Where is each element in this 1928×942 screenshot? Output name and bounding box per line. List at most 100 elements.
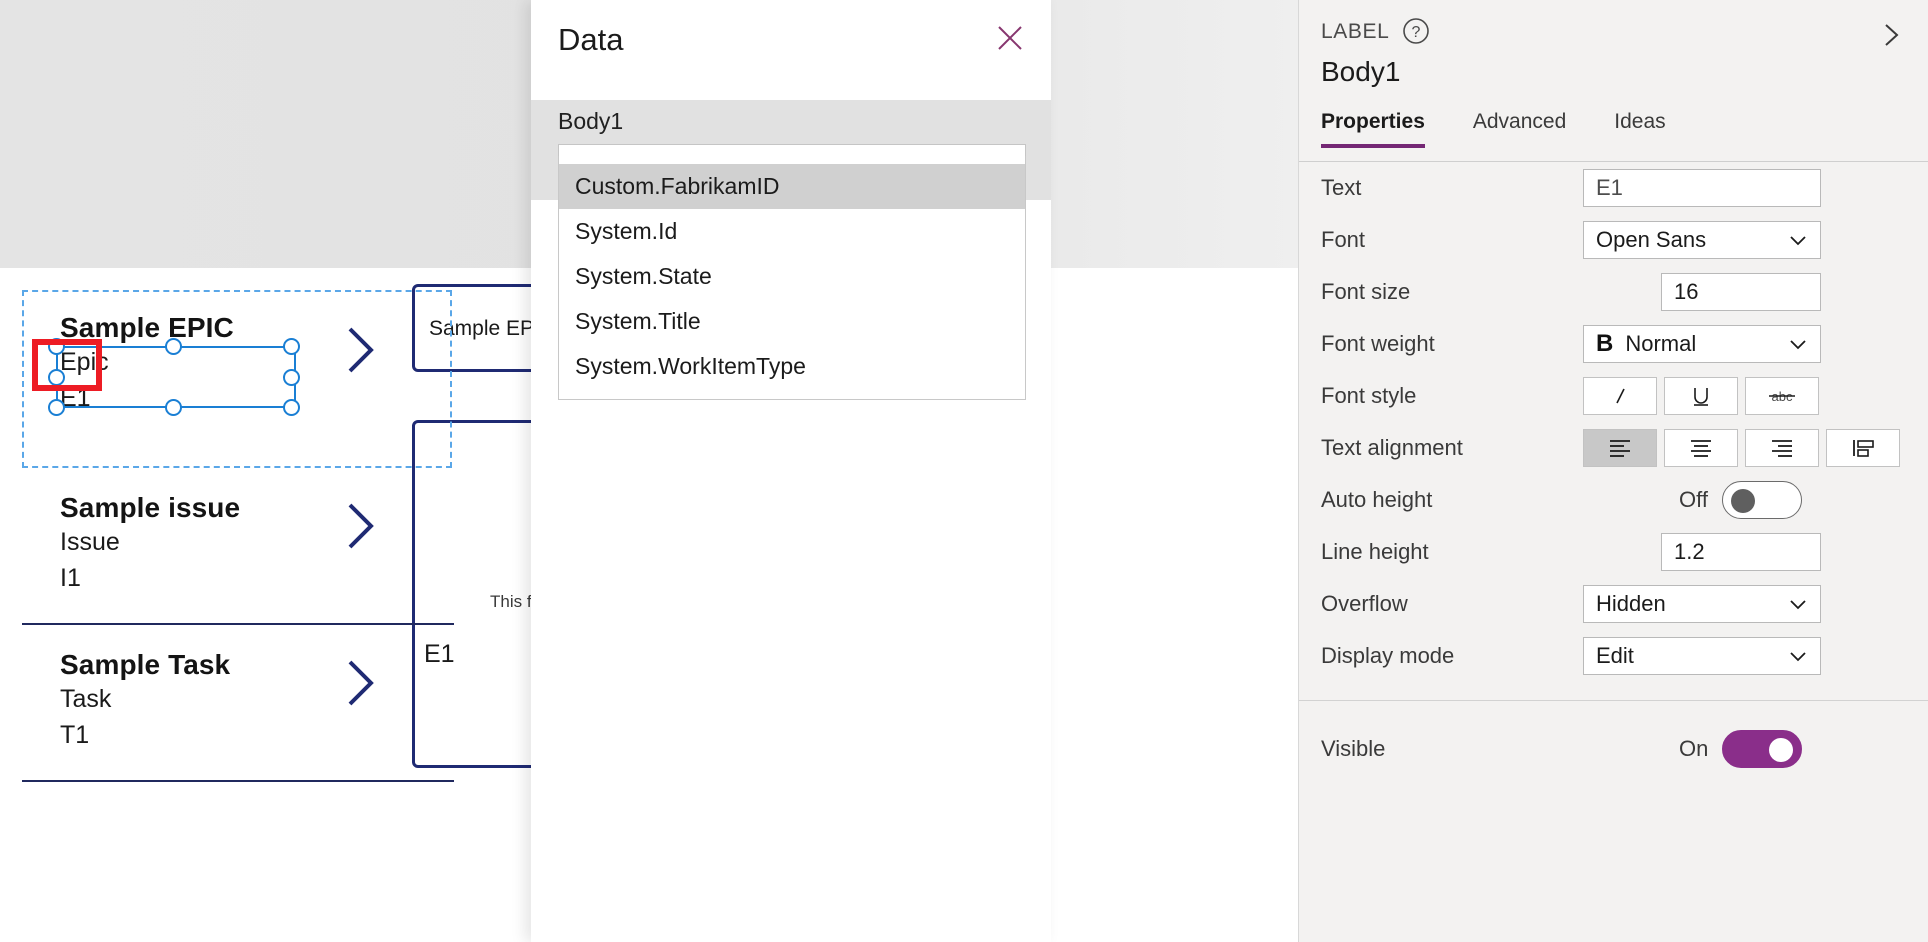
chevron-down-icon[interactable] [1786,332,1810,356]
gallery-separator [22,780,454,782]
chevron-down-icon[interactable] [1786,644,1810,668]
property-row-line-height: Line height 1.2 [1299,526,1928,578]
data-panel-header: Data [531,0,1051,100]
underline-icon[interactable] [1664,377,1738,415]
font-select[interactable]: Open Sans [1583,221,1821,259]
control-type-kicker: LABEL [1321,20,1390,43]
font-size-value: 16 [1674,279,1699,304]
property-label-text-alignment: Text alignment [1321,435,1463,460]
font-style-group: abc [1583,377,1819,415]
dropdown-option-system-title[interactable]: System.Title [559,299,1025,344]
property-row-auto-height: Auto height Off [1299,474,1928,526]
tab-properties[interactable]: Properties [1321,110,1425,148]
chevron-right-icon[interactable] [1874,18,1908,52]
dropdown-option-label: System.WorkItemType [575,353,806,379]
data-panel: Data Body1 Custom.FabrikamID Custom.Fabr… [531,0,1051,942]
display-mode-select[interactable]: Edit [1583,637,1821,675]
resize-handle-sw[interactable] [48,399,65,416]
line-height-value: 1.2 [1674,539,1705,564]
properties-rows: Text E1 Font Open Sans Font size 16 Font… [1299,162,1928,775]
property-label-overflow: Overflow [1321,591,1408,616]
property-row-font-weight: Font weight B Normal [1299,318,1928,370]
properties-panel-header: LABEL ? Body1 [1299,0,1928,110]
font-select-value: Open Sans [1596,227,1707,252]
property-label-font-style: Font style [1321,383,1417,408]
resize-handle-n[interactable] [165,338,182,355]
property-row-visible: Visible On [1299,723,1928,775]
gallery-item-type: Issue [60,528,120,556]
data-field-dropdown-list: Custom.FabrikamID System.Id System.State… [558,156,1026,400]
dropdown-option-label: System.State [575,263,712,289]
dropdown-option-label: Custom.FabrikamID [575,173,780,199]
font-weight-select[interactable]: B Normal [1583,325,1821,363]
chevron-down-icon[interactable] [1786,228,1810,252]
resize-handle-w[interactable] [48,369,65,386]
align-center-icon[interactable] [1664,429,1738,467]
resize-handle-e[interactable] [283,369,300,386]
tab-advanced[interactable]: Advanced [1473,110,1566,148]
gallery-item-title: Sample Task [60,649,231,680]
gallery-item-title: Sample EPIC [60,312,234,343]
line-height-input[interactable]: 1.2 [1661,533,1821,571]
chevron-right-icon[interactable] [344,324,378,376]
gallery-item-type: Task [60,685,112,713]
data-field-group-label: Body1 [558,108,624,134]
close-icon[interactable] [989,17,1031,59]
text-alignment-group [1583,429,1900,467]
dropdown-option-label: System.Id [575,218,678,244]
resize-handle-se[interactable] [283,399,300,416]
italic-icon[interactable] [1583,377,1657,415]
property-label-auto-height: Auto height [1321,487,1433,512]
property-label-display-mode: Display mode [1321,643,1455,668]
property-row-display-mode: Display mode Edit [1299,630,1928,682]
property-row-font-size: Font size 16 [1299,266,1928,318]
align-left-icon[interactable] [1583,429,1657,467]
dropdown-option-system-id[interactable]: System.Id [559,209,1025,254]
chevron-right-icon[interactable] [344,657,378,709]
properties-tabs: Properties Advanced Ideas [1299,110,1928,162]
data-field-group-bar: Body1 [531,100,1051,144]
text-input-value: E1 [1596,175,1623,200]
property-row-text: Text E1 [1299,162,1928,214]
resize-handle-nw[interactable] [48,338,65,355]
property-label-visible: Visible [1321,736,1386,761]
align-justify-icon[interactable] [1826,429,1900,467]
help-circle-icon[interactable]: ? [1401,16,1431,46]
chevron-right-icon[interactable] [344,500,378,552]
auto-height-toggle[interactable] [1721,481,1802,519]
property-label-font: Font [1321,227,1366,252]
data-panel-title: Data [558,22,624,57]
tab-ideas[interactable]: Ideas [1614,110,1665,148]
property-row-text-alignment: Text alignment [1299,422,1928,474]
property-label-line-height: Line height [1321,539,1429,564]
align-right-icon[interactable] [1745,429,1819,467]
visible-toggle[interactable] [1722,730,1803,768]
selected-control-name: Body1 [1321,56,1401,87]
property-label-font-size: Font size [1321,279,1411,304]
properties-panel: LABEL ? Body1 Properties Advanced Ideas … [1298,0,1928,942]
resize-handle-s[interactable] [165,399,182,416]
dropdown-option-custom-fabrikamid[interactable]: Custom.FabrikamID [559,164,1025,209]
resize-handle-ne[interactable] [283,338,300,355]
visible-state: On [1679,736,1709,761]
text-input[interactable]: E1 [1583,169,1821,207]
bold-icon: B [1596,330,1614,357]
gallery-item-issue[interactable]: Sample issue Issue I1 [0,468,452,623]
font-weight-value: Normal [1625,331,1697,356]
font-size-input[interactable]: 16 [1661,273,1821,311]
dropdown-option-system-state[interactable]: System.State [559,254,1025,299]
gallery-item-task[interactable]: Sample Task Task T1 [0,625,452,780]
gallery-item-title: Sample issue [60,492,241,523]
property-row-font: Font Open Sans [1299,214,1928,266]
overflow-select[interactable]: Hidden [1583,585,1821,623]
svg-text:?: ? [1412,24,1421,41]
strikethrough-icon[interactable]: abc [1745,377,1819,415]
property-label-text: Text [1321,175,1362,200]
properties-divider [1299,700,1928,701]
auto-height-state: Off [1679,487,1708,512]
dropdown-option-system-workitemtype[interactable]: System.WorkItemType [559,344,1025,389]
property-label-font-weight: Font weight [1321,331,1435,356]
gallery-item-id: T1 [60,720,90,749]
dropdown-option-label: System.Title [575,308,701,334]
chevron-down-icon[interactable] [1786,592,1810,616]
